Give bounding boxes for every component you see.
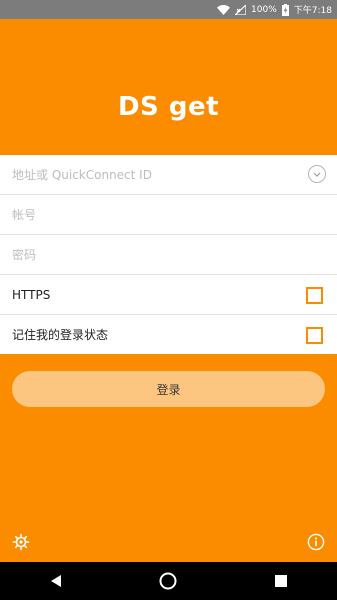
wifi-icon: [217, 4, 231, 15]
chevron-down-icon: [313, 172, 321, 177]
home-icon[interactable]: [138, 562, 198, 600]
clock: 下午7:18: [293, 6, 332, 16]
battery-percent: 100%: [251, 4, 277, 15]
https-checkbox[interactable]: [306, 287, 323, 304]
login-form: HTTPS 记住我的登录状态: [0, 155, 337, 354]
account-row: [0, 195, 337, 235]
recents-icon[interactable]: [251, 562, 311, 600]
navigation-bar: [0, 562, 337, 600]
https-label: HTTPS: [12, 287, 51, 302]
remember-me-checkbox[interactable]: [306, 327, 323, 344]
settings-icon[interactable]: [12, 533, 30, 551]
signal-icon: [235, 4, 247, 15]
address-input[interactable]: [12, 167, 292, 182]
https-row[interactable]: HTTPS: [0, 275, 337, 315]
remember-me-row[interactable]: 记住我的登录状态: [0, 315, 337, 354]
back-icon[interactable]: [26, 562, 86, 600]
app-title: DS get: [117, 92, 220, 122]
status-bar: 100% 下午7:18: [0, 0, 337, 19]
address-history-dropdown[interactable]: [308, 165, 326, 183]
account-input[interactable]: [12, 207, 292, 222]
battery-charging-icon: [281, 3, 289, 16]
info-icon[interactable]: [307, 533, 325, 551]
password-input[interactable]: [12, 247, 292, 262]
address-row: [0, 155, 337, 195]
login-button[interactable]: 登录: [12, 371, 325, 407]
password-row: [0, 235, 337, 275]
remember-me-label: 记住我的登录状态: [12, 328, 109, 342]
